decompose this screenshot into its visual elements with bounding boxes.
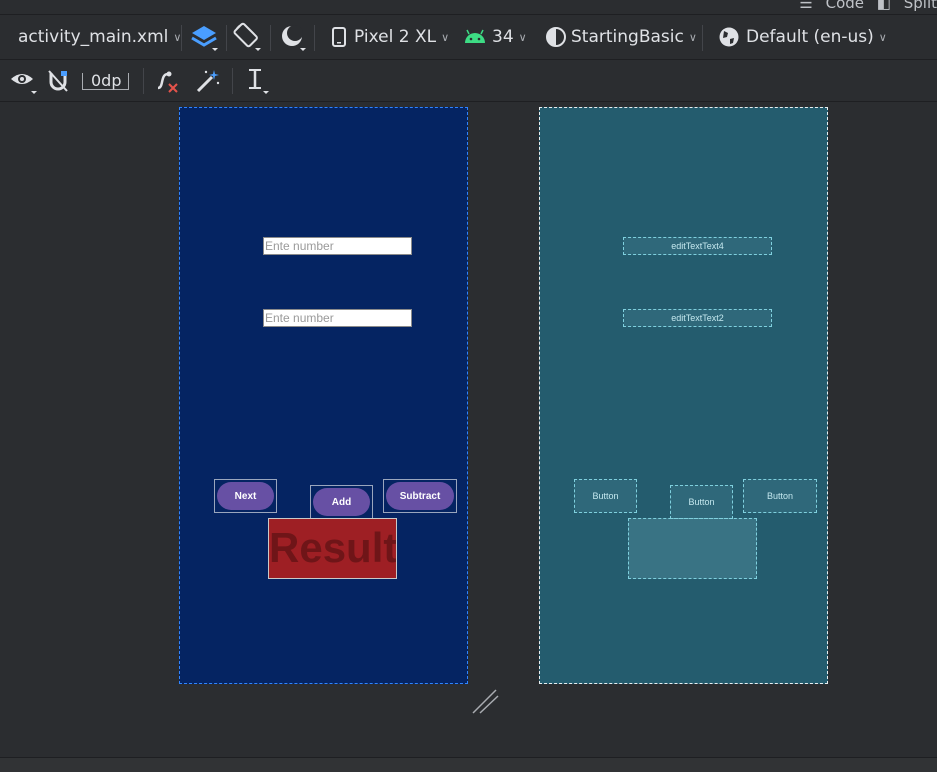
guidelines-icon: [249, 69, 269, 94]
clear-constraints-icon: [157, 71, 178, 93]
separator: [270, 25, 271, 51]
api-level-selector[interactable]: 34 ∨: [464, 15, 527, 59]
add-button[interactable]: Add: [313, 488, 370, 516]
night-mode-button[interactable]: [279, 15, 309, 59]
margin-value: 0dp: [82, 72, 129, 90]
theme-selector[interactable]: StartingBasic ∨: [545, 15, 697, 59]
locale-name: Default (en-us): [746, 27, 874, 47]
infer-constraints-button[interactable]: [195, 60, 221, 102]
separator: [226, 25, 227, 51]
blueprint-input-2[interactable]: editTextText2: [623, 309, 772, 327]
rotate-icon: [233, 22, 261, 51]
blueprint-input-1[interactable]: editTextText4: [623, 237, 772, 255]
result-text[interactable]: Result: [268, 518, 397, 579]
separator: [181, 25, 182, 51]
night-mode-icon: [282, 25, 306, 51]
chevron-down-icon: ∨: [518, 30, 527, 44]
layers-icon: [191, 26, 218, 51]
chevron-down-icon: ∨: [688, 30, 697, 44]
separator: [143, 68, 144, 94]
infer-constraints-icon: [196, 70, 220, 93]
resize-handle-icon[interactable]: [470, 688, 500, 716]
device-name: Pixel 2 XL: [354, 27, 437, 47]
orientation-button[interactable]: [233, 15, 263, 59]
number-input-2[interactable]: Ente number: [263, 309, 412, 327]
file-name: activity_main.xml: [18, 27, 169, 47]
subtract-button[interactable]: Subtract: [386, 482, 454, 510]
device-selector[interactable]: Pixel 2 XL ∨: [332, 15, 449, 59]
subtract-button-bounds: Subtract: [383, 479, 457, 513]
blueprint-button-1[interactable]: Button: [574, 479, 637, 513]
layers-button[interactable]: [190, 15, 220, 59]
number-input-1[interactable]: Ente number: [263, 237, 412, 255]
eye-icon: [11, 74, 37, 94]
view-mode-switcher: ☰ Code ◧ Split: [791, 0, 937, 12]
separator: [314, 25, 315, 51]
next-button-bounds: Next: [214, 479, 277, 513]
code-view-button[interactable]: ☰ Code: [799, 0, 864, 12]
theme-icon: [546, 27, 566, 47]
clear-constraints-button[interactable]: [154, 60, 180, 102]
design-toolbar: activity_main.xml ∨ Pixel 2 XL ∨ 34 ∨ St…: [0, 14, 937, 60]
chevron-down-icon: ∨: [441, 30, 450, 44]
separator: [702, 25, 703, 51]
file-selector[interactable]: activity_main.xml ∨: [18, 15, 181, 59]
locale-selector[interactable]: Default (en-us) ∨: [718, 15, 887, 59]
design-view-screen[interactable]: Ente number Ente number Next Add Subtrac…: [179, 107, 468, 684]
blueprint-button-3[interactable]: Button: [743, 479, 817, 513]
theme-name: StartingBasic: [571, 27, 684, 47]
android-icon: [465, 29, 485, 43]
phone-icon: [332, 27, 346, 47]
blueprint-button-2[interactable]: Button: [670, 485, 733, 519]
separator: [232, 68, 233, 94]
chevron-down-icon: ∨: [878, 30, 887, 44]
split-view-button[interactable]: ◧ Split: [877, 0, 937, 12]
status-bar: [0, 757, 937, 772]
view-mode-strip: ☰ Code ◧ Split: [0, 0, 937, 14]
blueprint-view-screen[interactable]: editTextText4 editTextText2 Button Butto…: [539, 107, 828, 684]
split-view-label: Split: [903, 0, 937, 12]
view-options-button[interactable]: [9, 60, 39, 102]
add-button-bounds: Add: [310, 485, 373, 519]
code-view-label: Code: [825, 0, 864, 12]
guidelines-button[interactable]: [243, 60, 273, 102]
api-level: 34: [492, 27, 514, 47]
globe-icon: [719, 27, 739, 47]
autoconnect-toggle[interactable]: [46, 60, 70, 102]
magnet-icon: [48, 70, 68, 92]
blueprint-result[interactable]: [628, 518, 757, 579]
default-margin-field[interactable]: 0dp: [82, 60, 129, 102]
constraint-toolbar: 0dp: [0, 60, 937, 102]
next-button[interactable]: Next: [217, 482, 274, 510]
